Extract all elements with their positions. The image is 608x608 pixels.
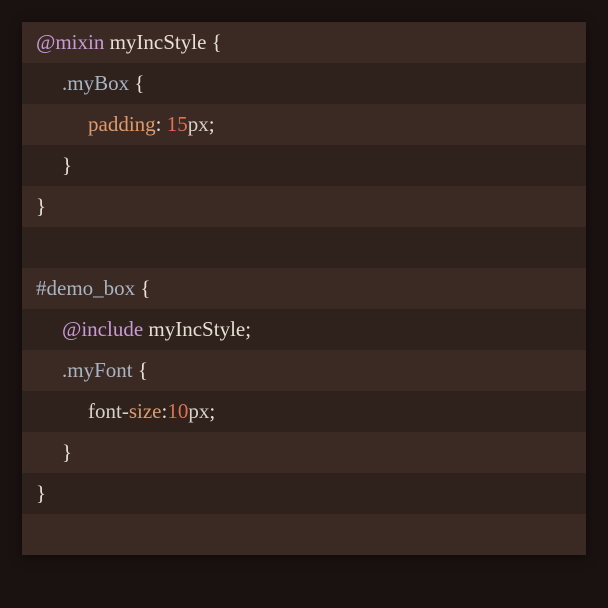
code-line: font-size:10px; (22, 391, 586, 432)
code-token: myIncStyle (148, 317, 245, 342)
code-token: } (62, 440, 72, 465)
code-token: #demo_box (36, 276, 135, 301)
code-token: ; (209, 112, 215, 137)
code-line: } (22, 186, 586, 227)
code-token: myIncStyle (110, 30, 207, 55)
code-token: ; (245, 317, 251, 342)
code-block: @mixin myIncStyle {.myBox {padding: 15px… (22, 22, 586, 555)
code-token: } (36, 481, 46, 506)
code-token: 15 (167, 112, 188, 137)
code-line: padding: 15px; (22, 104, 586, 145)
code-line: @include myIncStyle; (22, 309, 586, 350)
code-token: .myBox (62, 71, 129, 96)
code-token: size (129, 399, 162, 424)
code-token: .myFont (62, 358, 133, 383)
code-line: } (22, 145, 586, 186)
code-token: font- (88, 399, 129, 424)
code-token: @mixin (36, 30, 104, 55)
code-line: #demo_box { (22, 268, 586, 309)
code-token: px (188, 399, 209, 424)
code-line (22, 227, 586, 268)
code-line: @mixin myIncStyle { (22, 22, 586, 63)
code-token: px (188, 112, 209, 137)
code-line (22, 514, 586, 555)
code-line: .myBox { (22, 63, 586, 104)
code-token: { (134, 71, 144, 96)
code-token: 10 (167, 399, 188, 424)
code-line: .myFont { (22, 350, 586, 391)
code-token: } (62, 153, 72, 178)
code-token: ; (209, 399, 215, 424)
code-token: } (36, 194, 46, 219)
code-token: { (212, 30, 222, 55)
code-line: } (22, 473, 586, 514)
code-token: @include (62, 317, 143, 342)
code-line: } (22, 432, 586, 473)
code-token: { (140, 276, 150, 301)
code-token: { (138, 358, 148, 383)
code-token: padding (88, 112, 156, 137)
